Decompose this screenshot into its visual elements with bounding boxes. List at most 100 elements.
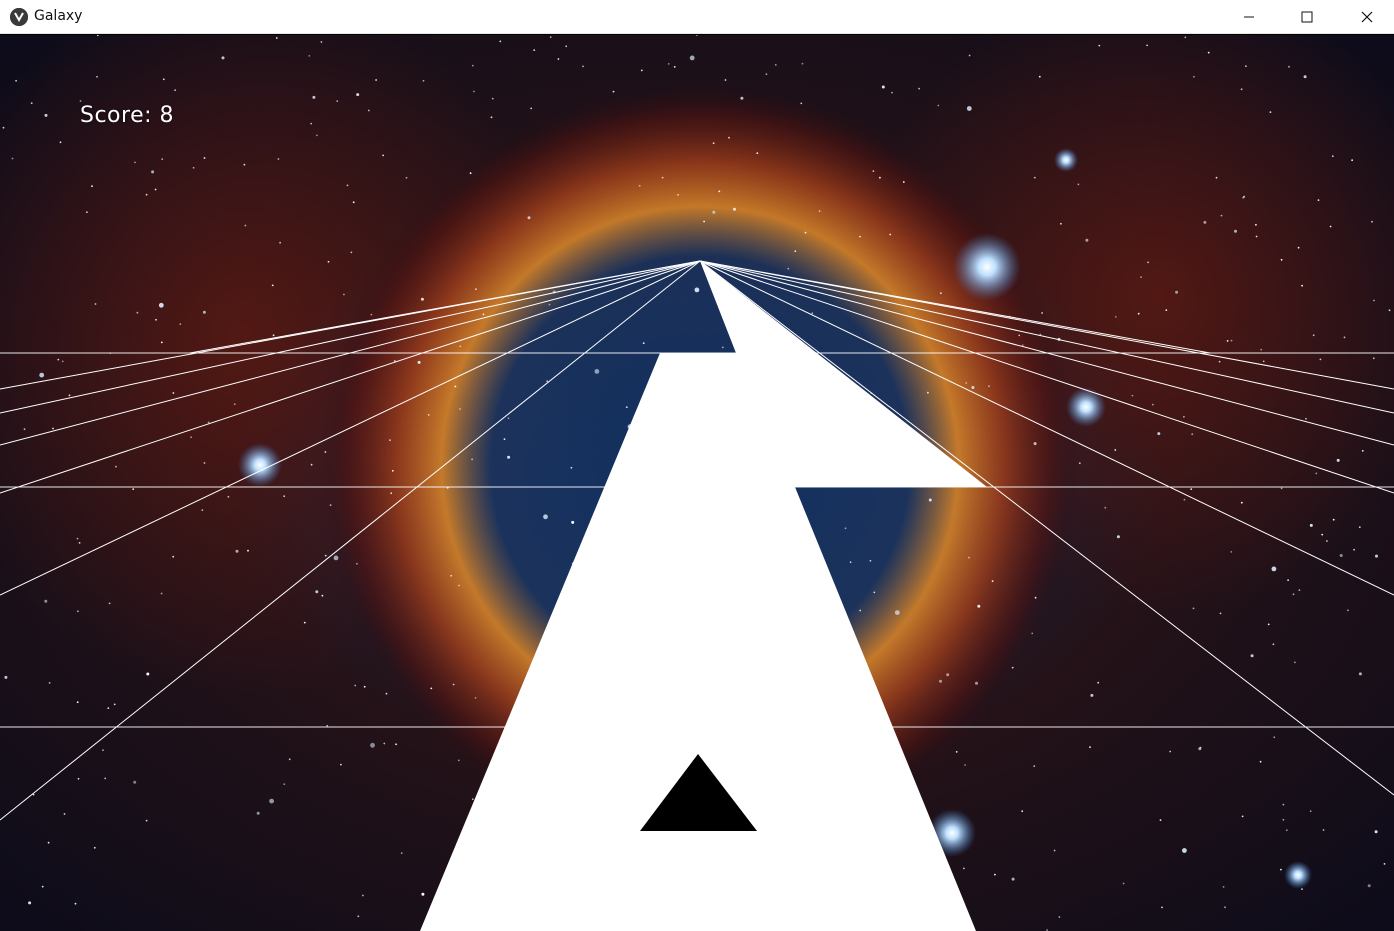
star — [1250, 654, 1254, 658]
star — [712, 142, 715, 145]
star — [1089, 746, 1091, 748]
star — [422, 79, 425, 82]
star — [104, 777, 107, 780]
star — [804, 231, 807, 234]
star — [1192, 607, 1195, 610]
star — [400, 852, 403, 854]
star — [1322, 829, 1325, 831]
star — [724, 79, 727, 81]
star — [256, 811, 260, 815]
star — [1031, 632, 1034, 635]
star — [76, 701, 79, 704]
star — [1090, 693, 1094, 697]
star — [233, 403, 236, 406]
star — [356, 93, 360, 97]
close-icon — [1361, 11, 1373, 23]
star — [1243, 195, 1245, 198]
star — [459, 345, 462, 348]
star — [1309, 523, 1313, 527]
star — [158, 302, 164, 308]
star — [469, 172, 472, 175]
star — [362, 894, 364, 897]
star — [1294, 661, 1296, 664]
star — [1315, 472, 1318, 475]
star — [190, 436, 193, 439]
star — [1336, 458, 1340, 462]
star — [1230, 551, 1233, 553]
star — [74, 902, 77, 905]
star — [965, 382, 968, 384]
star — [872, 170, 875, 173]
star — [977, 604, 981, 608]
star — [1193, 75, 1195, 78]
star — [1011, 877, 1015, 881]
star — [151, 170, 155, 174]
star — [39, 372, 45, 378]
star — [1285, 829, 1288, 832]
star — [86, 211, 88, 214]
star — [321, 594, 324, 597]
star — [244, 224, 247, 227]
star — [132, 488, 135, 490]
star — [1272, 643, 1275, 646]
star — [818, 210, 821, 213]
close-button[interactable] — [1344, 0, 1390, 34]
game-canvas[interactable]: Score: 8 — [0, 35, 1394, 931]
star — [91, 185, 93, 188]
star — [303, 621, 306, 624]
star — [1292, 593, 1295, 596]
star — [450, 574, 453, 577]
star — [1298, 589, 1301, 591]
star — [718, 190, 721, 193]
star — [849, 561, 852, 564]
star — [902, 181, 905, 183]
maximize-button[interactable] — [1284, 0, 1330, 34]
star — [324, 554, 327, 557]
star — [625, 406, 628, 408]
maximize-icon — [1301, 11, 1313, 23]
minimize-button[interactable] — [1226, 0, 1272, 34]
star — [570, 466, 573, 469]
star — [145, 819, 148, 822]
star — [52, 427, 54, 430]
star — [320, 41, 323, 43]
star — [160, 341, 163, 344]
star — [1104, 506, 1107, 509]
star — [427, 414, 430, 416]
star — [203, 157, 206, 159]
star — [421, 892, 425, 896]
star — [994, 873, 996, 876]
star — [179, 323, 182, 325]
star — [102, 749, 104, 752]
star — [44, 599, 48, 603]
star — [343, 293, 345, 296]
star — [1343, 336, 1346, 339]
star — [1372, 357, 1375, 360]
star — [1038, 75, 1041, 78]
star — [1280, 868, 1282, 871]
star — [1319, 358, 1322, 361]
star — [4, 675, 8, 679]
star — [1375, 554, 1378, 558]
star — [1041, 312, 1043, 314]
star — [1184, 36, 1187, 39]
star — [1224, 906, 1226, 909]
star — [869, 559, 872, 562]
star — [277, 158, 280, 160]
star — [162, 78, 165, 81]
star — [1301, 284, 1303, 287]
star — [968, 54, 971, 57]
star — [1273, 736, 1276, 739]
title-bar[interactable]: Galaxy — [0, 0, 1394, 34]
star — [1146, 44, 1148, 47]
star — [1161, 906, 1163, 909]
star — [1116, 535, 1120, 539]
star — [63, 813, 66, 815]
star — [454, 385, 457, 388]
star — [96, 75, 98, 78]
star — [340, 763, 342, 766]
star — [459, 408, 461, 410]
star — [11, 157, 14, 160]
star — [491, 97, 494, 100]
star — [269, 798, 274, 804]
